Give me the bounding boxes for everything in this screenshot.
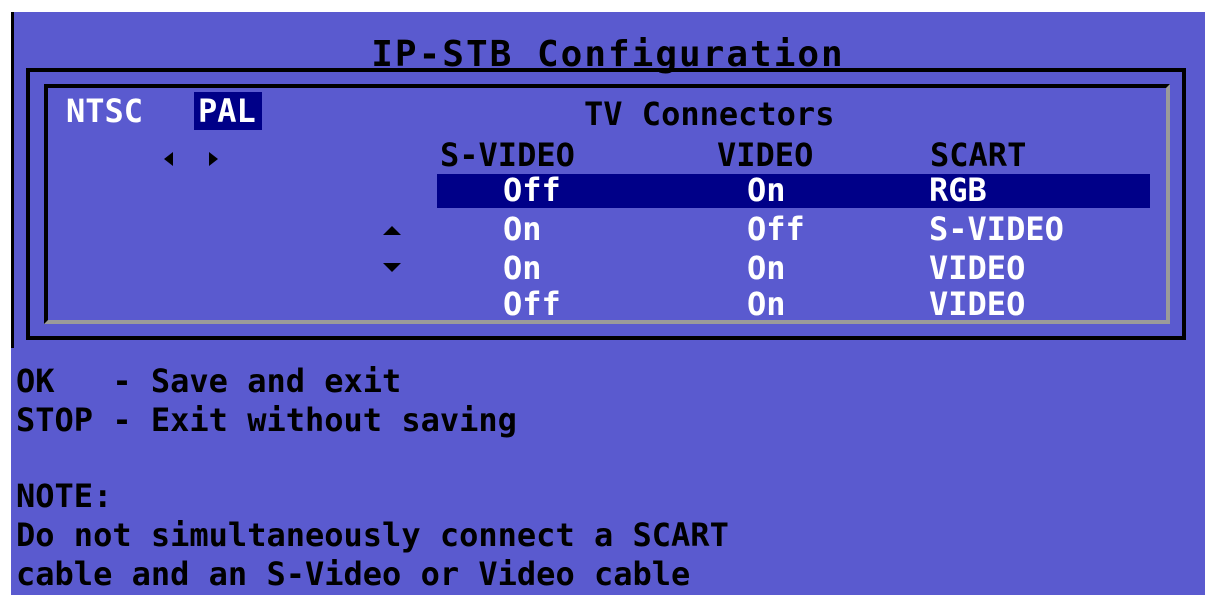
standard-option-ntsc[interactable]: NTSC [66,92,143,130]
column-header-svideo: S-VIDEO [440,136,575,174]
connector-row[interactable]: On Off S-VIDEO [437,210,1150,248]
row-cell-svideo: Off [503,285,561,323]
row-cell-scart: S-VIDEO [929,210,1064,248]
standard-option-pal[interactable]: PAL [194,92,262,130]
row-cell-scart: RGB [929,171,987,209]
column-header-scart: SCART [930,136,1027,174]
row-cell-svideo: On [503,210,542,248]
arrow-down-icon[interactable] [383,263,401,272]
row-cell-video: On [747,171,786,209]
connectors-heading: TV Connectors [584,95,835,133]
note-label: NOTE: [16,477,113,515]
arrow-right-icon[interactable] [209,152,218,166]
connector-row[interactable]: Off On VIDEO [437,285,1150,323]
help-ok: OK - Save and exit [16,362,402,400]
note-line-1: Do not simultaneously connect a SCART [16,516,729,554]
screen-edge [11,12,14,348]
row-cell-svideo: On [503,249,542,287]
connector-row[interactable]: On On VIDEO [437,249,1150,287]
note-line-2: cable and an S-Video or Video cable [16,555,691,593]
row-cell-scart: VIDEO [929,285,1026,323]
help-stop: STOP - Exit without saving [16,401,517,439]
row-cell-video: On [747,249,786,287]
arrow-left-icon[interactable] [164,152,173,166]
row-cell-video: Off [747,210,805,248]
row-cell-svideo: Off [503,171,561,209]
row-cell-video: On [747,285,786,323]
connector-row-selected[interactable]: Off On RGB [437,171,1150,209]
column-header-video: VIDEO [717,136,814,174]
row-cell-scart: VIDEO [929,249,1026,287]
arrow-up-icon[interactable] [383,226,401,235]
